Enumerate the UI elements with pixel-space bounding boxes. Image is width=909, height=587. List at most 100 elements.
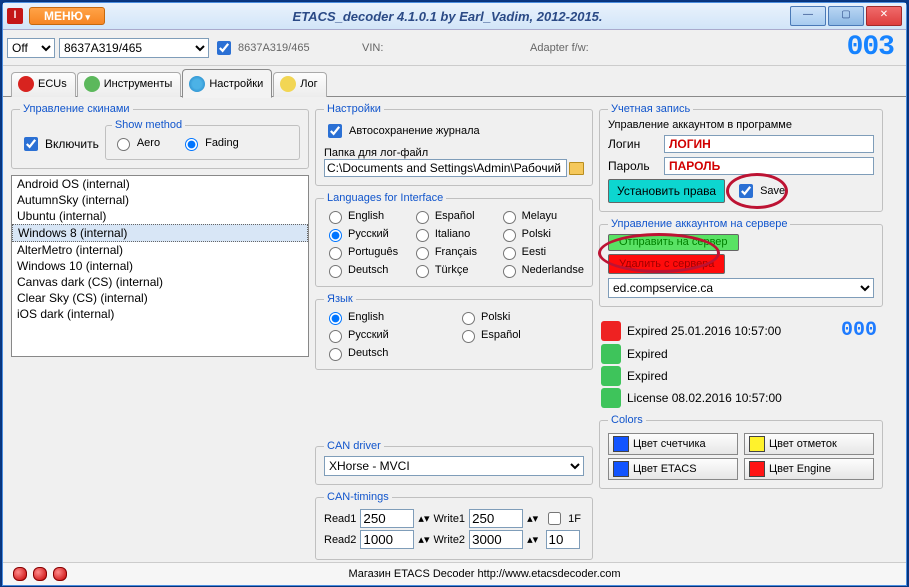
lang-group: Язык EnglishPolskiРусскийEspañolDeutsch xyxy=(315,293,593,370)
list-item[interactable]: Clear Sky (CS) (internal) xyxy=(12,290,308,306)
menu-button[interactable]: МЕНЮ xyxy=(29,7,105,25)
read1-label: Read1 xyxy=(324,513,356,525)
close-button[interactable]: ✕ xyxy=(866,6,902,26)
list-item[interactable]: Android OS (internal) xyxy=(12,176,308,192)
interface-lang-group: Languages for Interface English Español Me… xyxy=(315,192,593,287)
license-text: Expired xyxy=(627,347,668,361)
send-server-button[interactable]: Отправить на сервер xyxy=(608,234,739,251)
color-swatch-icon xyxy=(613,436,629,452)
delete-server-button[interactable]: Удалить с сервера xyxy=(608,254,725,274)
oneF-input[interactable] xyxy=(546,530,580,549)
lang-option[interactable]: Português xyxy=(324,244,405,260)
list-item[interactable]: Canvas dark (CS) (internal) xyxy=(12,274,308,290)
license-row: Expired xyxy=(601,366,881,386)
read2-label: Read2 xyxy=(324,534,356,546)
lang-option[interactable]: Deutsch xyxy=(324,262,405,278)
srv-legend: Управление аккаунтом на сервере xyxy=(608,218,790,230)
save-check[interactable]: Save xyxy=(735,179,785,203)
lang-option[interactable]: English xyxy=(324,208,405,224)
account-group: Учетная запись Управление аккаунтом в пр… xyxy=(599,103,883,212)
tab-strip: ECUs Инструменты Настройки Лог xyxy=(3,66,906,97)
tab-instruments[interactable]: Инструменты xyxy=(77,72,182,97)
show-method-group: Show method Aero Fading xyxy=(105,119,300,160)
part-dim-label: 8637A319/465 xyxy=(238,42,358,54)
lang-option[interactable]: Русский xyxy=(324,327,451,343)
lang-option[interactable]: Español xyxy=(457,327,584,343)
list-item[interactable]: iOS dark (internal) xyxy=(12,306,308,322)
logfolder-input[interactable] xyxy=(324,159,567,177)
led-icon xyxy=(13,567,27,581)
minimize-button[interactable]: — xyxy=(790,6,826,26)
skins-enable-checkbox[interactable] xyxy=(24,137,38,151)
server-combo[interactable]: ed.compservice.ca xyxy=(608,278,874,298)
autosave-check[interactable]: Автосохранение журнала xyxy=(324,119,584,143)
list-item[interactable]: Windows 10 (internal) xyxy=(12,258,308,274)
logfolder-label: Папка для лог-файл xyxy=(324,147,584,159)
show-method-legend: Show method xyxy=(112,119,185,131)
app-icon: l xyxy=(7,8,23,24)
status-text: Магазин ETACS Decoder http://www.etacsde… xyxy=(73,568,896,580)
list-item[interactable]: Windows 8 (internal) xyxy=(12,224,308,242)
write1-label: Write1 xyxy=(433,513,465,525)
colors-legend: Colors xyxy=(608,414,646,426)
skins-list[interactable]: Android OS (internal) AutumnSky (interna… xyxy=(11,175,309,357)
color-etacs-button[interactable]: Цвет ETACS xyxy=(608,458,738,480)
skins-enable-label: Включить xyxy=(45,137,99,151)
oneF-check[interactable]: 1F xyxy=(544,507,581,530)
list-item[interactable]: AlterMetro (internal) xyxy=(12,242,308,258)
license-row: Expired 25.01.2016 10:57:00000 xyxy=(601,319,881,342)
lang-option[interactable]: Melayu xyxy=(498,208,584,224)
color-swatch-icon xyxy=(749,461,765,477)
vin-label: VIN: xyxy=(362,42,422,54)
lang-option[interactable]: English xyxy=(324,309,451,325)
login-input[interactable] xyxy=(664,135,874,153)
lang-option[interactable]: Eesti xyxy=(498,244,584,260)
tab-log[interactable]: Лог xyxy=(273,72,326,97)
read1-input[interactable] xyxy=(360,509,414,528)
tab-ecus-label: ECUs xyxy=(38,78,67,90)
lang-option[interactable]: Polski xyxy=(457,309,584,325)
lang-option[interactable]: Русский xyxy=(324,226,405,242)
iflang-legend: Languages for Interface xyxy=(324,192,446,204)
aero-radio[interactable]: Aero xyxy=(112,133,160,153)
lang-option[interactable]: Italiano xyxy=(411,226,492,242)
license-row: Expired xyxy=(601,344,881,364)
part-combo[interactable]: 8637A319/465 xyxy=(59,38,209,58)
log-icon xyxy=(280,76,296,92)
maximize-button[interactable]: ▢ xyxy=(828,6,864,26)
lang-option[interactable]: Español xyxy=(411,208,492,224)
color-marks-button[interactable]: Цвет отметок xyxy=(744,433,874,455)
color-swatch-icon xyxy=(749,436,765,452)
settings-group: Настройки Автосохранение журнала Папка д… xyxy=(315,103,593,186)
lang-option[interactable]: Français xyxy=(411,244,492,260)
set-rights-button[interactable]: Установить права xyxy=(608,179,725,203)
fading-radio[interactable]: Fading xyxy=(180,133,239,153)
color-counter-button[interactable]: Цвет счетчика xyxy=(608,433,738,455)
lang-option[interactable]: Türkçe xyxy=(411,262,492,278)
write2-input[interactable] xyxy=(469,530,523,549)
can-timings-group: CAN-timings Read1▴▾Write1▴▾ Read2▴▾Write… xyxy=(315,491,593,560)
window-title: ETACS_decoder 4.1.0.1 by Earl_Vadim, 201… xyxy=(105,9,790,24)
read2-input[interactable] xyxy=(360,530,414,549)
skins-legend: Управление скинами xyxy=(20,103,133,115)
write1-input[interactable] xyxy=(469,509,523,528)
ecu-icon xyxy=(18,76,34,92)
list-item[interactable]: Ubuntu (internal) xyxy=(12,208,308,224)
can-driver-combo[interactable]: XHorse - MVCI xyxy=(324,456,584,476)
tab-settings[interactable]: Настройки xyxy=(182,69,272,98)
lang-option[interactable]: Deutsch xyxy=(324,345,451,361)
status-icon xyxy=(601,344,621,364)
pass-input[interactable] xyxy=(664,157,874,175)
led-icon xyxy=(33,567,47,581)
tab-settings-label: Настройки xyxy=(209,78,263,90)
lang-option[interactable]: Polski xyxy=(498,226,584,242)
lang-option[interactable]: Nederlandse xyxy=(498,262,584,278)
enable-checkbox[interactable] xyxy=(217,41,231,55)
license-row: License 08.02.2016 10:57:00 xyxy=(601,388,881,408)
list-item[interactable]: AutumnSky (internal) xyxy=(12,192,308,208)
tab-ecus[interactable]: ECUs xyxy=(11,72,76,97)
can-driver-group: CAN driver XHorse - MVCI xyxy=(315,440,593,485)
color-engine-button[interactable]: Цвет Engine xyxy=(744,458,874,480)
folder-icon[interactable] xyxy=(569,162,584,175)
off-combo[interactable]: Off xyxy=(7,38,55,58)
